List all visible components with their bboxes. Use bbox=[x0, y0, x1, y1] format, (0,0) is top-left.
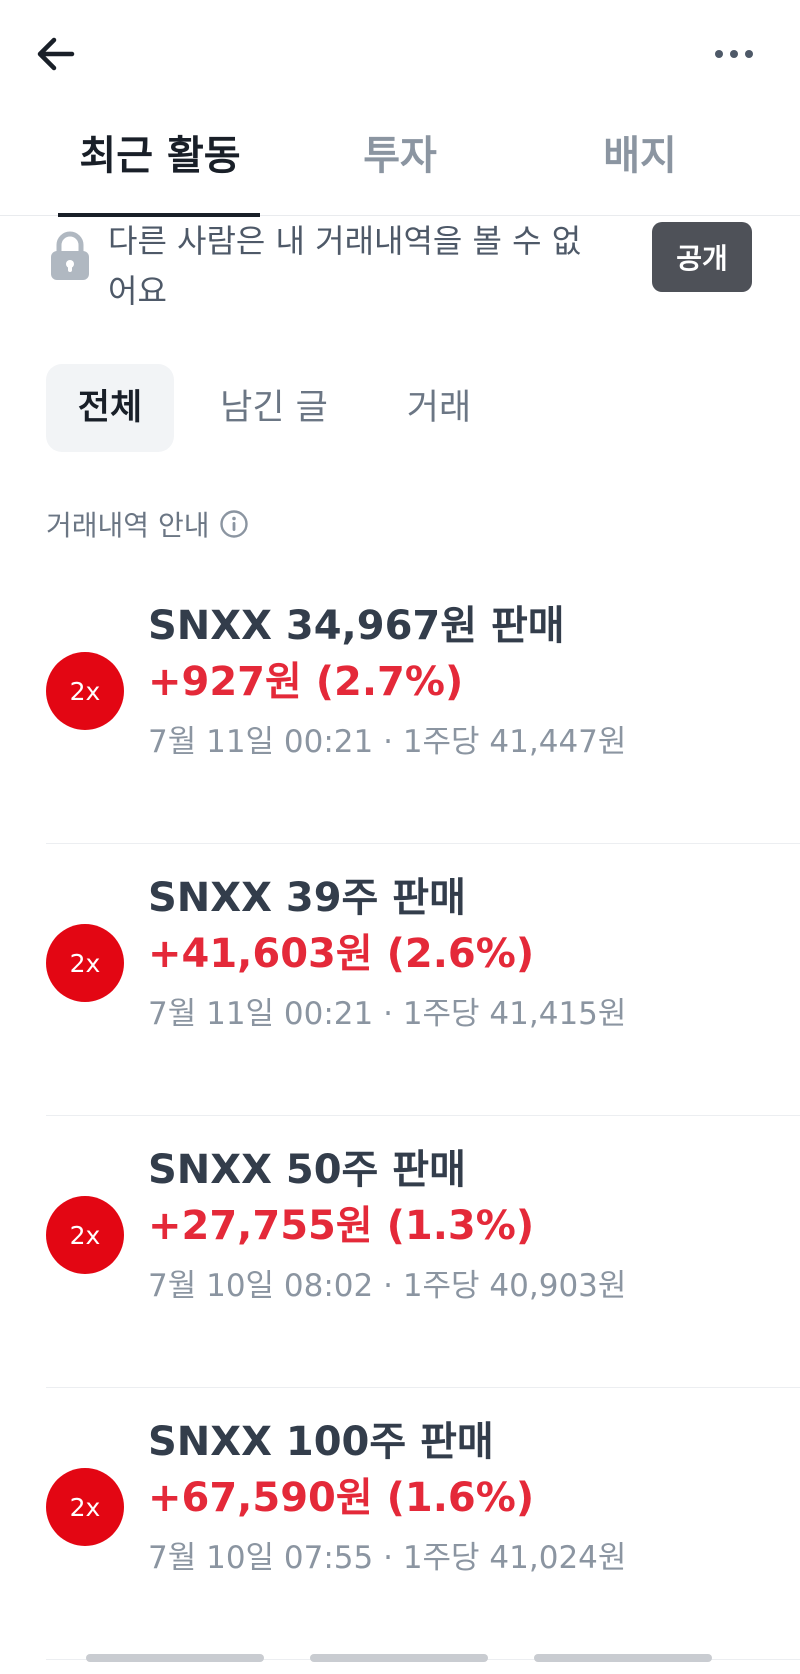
trade-title: SNXX 100주 판매 bbox=[148, 1419, 494, 1465]
tab-badges[interactable]: 배지 bbox=[540, 126, 740, 186]
leverage-badge: 2x bbox=[46, 1468, 124, 1546]
make-public-button[interactable]: 공개 bbox=[652, 222, 752, 292]
top-bar bbox=[0, 0, 800, 110]
info-icon bbox=[220, 510, 249, 538]
page-indicators bbox=[0, 1654, 800, 1664]
list-item[interactable]: 2x SNXX 50주 판매 +27,755원 (1.3%) 7월 10일 08… bbox=[0, 1116, 800, 1388]
list-item[interactable]: 2x SNXX 39주 판매 +41,603원 (2.6%) 7월 11일 00… bbox=[0, 844, 800, 1116]
trade-profit: +927원 (2.7%) bbox=[148, 659, 464, 705]
activity-list: 2x SNXX 34,967원 판매 +927원 (2.7%) 7월 11일 0… bbox=[0, 572, 800, 1660]
privacy-notice: 다른 사람은 내 거래내역을 볼 수 없어요 공개 bbox=[0, 216, 800, 316]
tab-investment[interactable]: 투자 bbox=[300, 126, 500, 186]
trade-profit: +67,590원 (1.6%) bbox=[148, 1475, 535, 1521]
trade-history-guide-label: 거래내역 안내 bbox=[46, 509, 210, 542]
more-button[interactable] bbox=[708, 28, 760, 80]
trade-title: SNXX 39주 판매 bbox=[148, 875, 466, 921]
page-indicator bbox=[86, 1654, 264, 1662]
privacy-notice-text: 다른 사람은 내 거래내역을 볼 수 없어요 bbox=[108, 222, 582, 310]
leverage-badge: 2x bbox=[46, 652, 124, 730]
more-horizontal-icon bbox=[715, 50, 753, 58]
trade-title: SNXX 34,967원 판매 bbox=[148, 603, 565, 649]
list-item[interactable]: 2x SNXX 34,967원 판매 +927원 (2.7%) 7월 11일 0… bbox=[0, 572, 800, 844]
trade-meta: 7월 11일 00:21 · 1주당 41,447원 bbox=[148, 724, 627, 760]
lock-icon bbox=[51, 231, 89, 280]
trade-history-guide[interactable]: 거래내역 안내 bbox=[46, 502, 249, 546]
filter-posts[interactable]: 남긴 글 bbox=[204, 364, 344, 452]
filter-trades[interactable]: 거래 bbox=[384, 364, 494, 452]
activity-page: 최근 활동 투자 배지 다른 사람은 내 거래내역을 볼 수 없어요 공개 전체… bbox=[0, 0, 800, 1674]
leverage-badge: 2x bbox=[46, 1196, 124, 1274]
trade-meta: 7월 10일 07:55 · 1주당 41,024원 bbox=[148, 1540, 627, 1576]
filter-all[interactable]: 전체 bbox=[46, 364, 174, 452]
page-indicator bbox=[310, 1654, 488, 1662]
page-indicator bbox=[534, 1654, 712, 1662]
arrow-left-icon bbox=[37, 37, 75, 71]
trade-title: SNXX 50주 판매 bbox=[148, 1147, 466, 1193]
trade-meta: 7월 11일 00:21 · 1주당 41,415원 bbox=[148, 996, 627, 1032]
leverage-badge: 2x bbox=[46, 924, 124, 1002]
back-button[interactable] bbox=[30, 28, 82, 80]
trade-meta: 7월 10일 08:02 · 1주당 40,903원 bbox=[148, 1268, 627, 1304]
trade-profit: +27,755원 (1.3%) bbox=[148, 1203, 535, 1249]
trade-profit: +41,603원 (2.6%) bbox=[148, 931, 535, 977]
filter-chips: 전체 남긴 글 거래 bbox=[0, 364, 800, 452]
main-tabs: 최근 활동 투자 배지 bbox=[0, 112, 800, 217]
list-item[interactable]: 2x SNXX 100주 판매 +67,590원 (1.6%) 7월 10일 0… bbox=[0, 1388, 800, 1660]
tab-recent-activity[interactable]: 최근 활동 bbox=[60, 126, 260, 186]
